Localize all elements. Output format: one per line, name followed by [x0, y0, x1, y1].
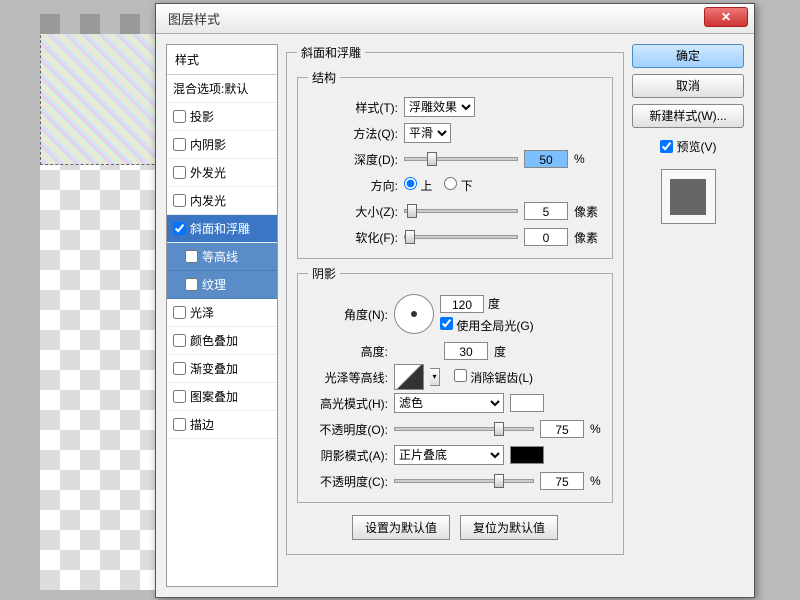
highlight-opacity-value[interactable]: 75 [540, 420, 584, 438]
antialias-checkbox[interactable]: 消除锯齿(L) [454, 369, 533, 386]
close-button[interactable]: ✕ [704, 7, 748, 27]
ok-button[interactable]: 确定 [632, 44, 744, 68]
make-default-button[interactable]: 设置为默认值 [352, 515, 450, 540]
style-gradient-overlay[interactable]: 渐变叠加 [167, 355, 277, 383]
checkbox[interactable] [173, 390, 186, 403]
highlight-mode-select[interactable]: 滤色 [394, 393, 504, 413]
checkbox[interactable] [173, 306, 186, 319]
altitude-value[interactable]: 30 [444, 342, 488, 360]
style-satin[interactable]: 光泽 [167, 299, 277, 327]
style-inner-glow[interactable]: 内发光 [167, 187, 277, 215]
angle-label: 角度(N): [308, 306, 388, 323]
preview-checkbox[interactable] [660, 140, 673, 153]
direction-label: 方向: [308, 177, 398, 194]
depth-label: 深度(D): [308, 151, 398, 168]
layer-style-dialog: 图层样式 ✕ 样式 混合选项:默认 投影 内阴影 外发光 内发光 斜面和浮雕 等… [155, 3, 755, 598]
checkbox[interactable] [173, 166, 186, 179]
right-buttons: 确定 取消 新建样式(W)... 预览(V) [632, 44, 744, 587]
soften-slider[interactable] [404, 235, 518, 239]
styles-list: 样式 混合选项:默认 投影 内阴影 外发光 内发光 斜面和浮雕 等高线 纹理 光… [166, 44, 278, 587]
shading-fieldset: 阴影 角度(N): 120度 使用全局光(G) 高度:30度 光泽等高线:▾ 消… [297, 265, 613, 503]
depth-slider[interactable] [404, 157, 518, 161]
style-color-overlay[interactable]: 颜色叠加 [167, 327, 277, 355]
bevel-fieldset: 斜面和浮雕 结构 样式(T):浮雕效果 方法(Q):平滑 深度(D):50% 方… [286, 44, 624, 555]
reset-default-button[interactable]: 复位为默认值 [460, 515, 558, 540]
preview-label: 预览(V) [677, 138, 717, 155]
structure-fieldset: 结构 样式(T):浮雕效果 方法(Q):平滑 深度(D):50% 方向: 上 下… [297, 69, 613, 259]
shadow-mode-label: 阴影模式(A): [308, 447, 388, 464]
shadow-opacity-value[interactable]: 75 [540, 472, 584, 490]
highlight-color-swatch[interactable] [510, 394, 544, 412]
style-inner-shadow[interactable]: 内阴影 [167, 131, 277, 159]
style-bevel-emboss[interactable]: 斜面和浮雕 [167, 215, 277, 243]
styles-header: 样式 [167, 45, 277, 75]
contour-swatch[interactable] [394, 364, 424, 390]
new-style-button[interactable]: 新建样式(W)... [632, 104, 744, 128]
method-select[interactable]: 平滑 [404, 123, 451, 143]
shadow-opacity-slider[interactable] [394, 479, 534, 483]
dir-up-radio[interactable]: 上 [404, 177, 432, 194]
shadow-color-swatch[interactable] [510, 446, 544, 464]
shadow-mode-select[interactable]: 正片叠底 [394, 445, 504, 465]
style-contour[interactable]: 等高线 [167, 243, 277, 271]
contour-dropdown[interactable]: ▾ [430, 368, 440, 386]
checkbox[interactable] [173, 222, 186, 235]
style-texture[interactable]: 纹理 [167, 271, 277, 299]
preview-thumbnail [661, 169, 716, 224]
highlight-opacity-slider[interactable] [394, 427, 534, 431]
checkbox[interactable] [173, 418, 186, 431]
checkbox[interactable] [185, 250, 198, 263]
style-pattern-overlay[interactable]: 图案叠加 [167, 383, 277, 411]
size-label: 大小(Z): [308, 203, 398, 220]
blend-options-row[interactable]: 混合选项:默认 [167, 75, 277, 103]
cancel-button[interactable]: 取消 [632, 74, 744, 98]
soften-label: 软化(F): [308, 229, 398, 246]
angle-dial[interactable] [394, 294, 434, 334]
settings-panel: 斜面和浮雕 结构 样式(T):浮雕效果 方法(Q):平滑 深度(D):50% 方… [286, 44, 624, 587]
dir-down-radio[interactable]: 下 [444, 177, 472, 194]
style-select[interactable]: 浮雕效果 [404, 97, 475, 117]
soften-value[interactable]: 0 [524, 228, 568, 246]
size-slider[interactable] [404, 209, 518, 213]
global-light-checkbox[interactable]: 使用全局光(G) [440, 317, 534, 334]
style-label: 样式(T): [308, 99, 398, 116]
checkbox[interactable] [173, 334, 186, 347]
method-label: 方法(Q): [308, 125, 398, 142]
highlight-mode-label: 高光模式(H): [308, 395, 388, 412]
shading-legend: 阴影 [308, 265, 340, 282]
style-stroke[interactable]: 描边 [167, 411, 277, 439]
style-outer-glow[interactable]: 外发光 [167, 159, 277, 187]
shadow-opacity-label: 不透明度(C): [308, 473, 388, 490]
checkbox[interactable] [173, 194, 186, 207]
angle-value[interactable]: 120 [440, 295, 484, 313]
gloss-contour-label: 光泽等高线: [308, 369, 388, 386]
checkbox[interactable] [173, 110, 186, 123]
depth-value[interactable]: 50 [524, 150, 568, 168]
dialog-title: 图层样式 [168, 9, 220, 28]
size-value[interactable]: 5 [524, 202, 568, 220]
structure-legend: 结构 [308, 69, 340, 86]
altitude-label: 高度: [308, 343, 388, 360]
highlight-opacity-label: 不透明度(O): [308, 421, 388, 438]
style-drop-shadow[interactable]: 投影 [167, 103, 277, 131]
titlebar: 图层样式 ✕ [156, 4, 754, 34]
checkbox[interactable] [185, 278, 198, 291]
checkbox[interactable] [173, 362, 186, 375]
bevel-legend: 斜面和浮雕 [297, 44, 365, 61]
checkbox[interactable] [173, 138, 186, 151]
